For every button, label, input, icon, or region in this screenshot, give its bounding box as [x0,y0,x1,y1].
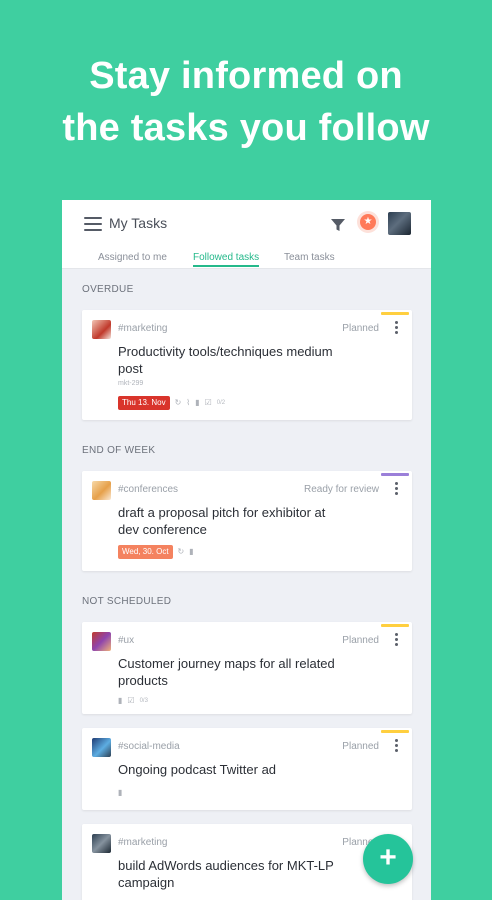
headline-line-2: the tasks you follow [62,107,430,149]
favorites-button[interactable]: ★ [357,211,379,233]
task-tag[interactable]: #conferences [118,484,178,495]
priority-accent [381,730,409,733]
assignee-avatar [92,481,111,500]
due-date-badge[interactable]: Thu 13. Nov [118,396,170,410]
priority-accent [381,624,409,627]
hamburger-menu-icon[interactable] [84,217,102,231]
tab-assigned-to-me[interactable]: Assigned to me [98,252,167,263]
priority-accent [381,473,409,476]
section-header-end-of-week: END OF WEEK [82,445,156,456]
more-options-icon[interactable] [395,321,398,334]
headline-line-1: Stay informed on [89,55,403,97]
task-status[interactable]: Ready for review [304,484,379,495]
checklist-icon: ☑ [204,398,212,407]
task-tag[interactable]: #marketing [118,323,167,334]
task-title: draft a proposal pitch for exhibitor at … [118,505,326,537]
task-tag[interactable]: #ux [118,635,134,646]
task-title: Productivity tools/techniques medium pos… [118,344,333,376]
user-avatar[interactable] [388,212,411,235]
checklist-count: 0/3 [139,698,148,704]
more-options-icon[interactable] [395,739,398,752]
task-card[interactable]: #conferences Ready for review draft a pr… [82,471,412,571]
task-meta: ▮ [118,788,122,798]
add-task-button[interactable]: + [363,834,413,884]
task-meta: ▮ ☑ 0/3 [118,696,148,706]
task-tag[interactable]: #marketing [118,837,167,848]
due-date-badge[interactable]: Wed, 30. Oct [118,545,173,559]
task-status[interactable]: Planned [342,323,379,334]
task-status[interactable]: Planned [342,741,379,752]
star-icon: ★ [360,214,376,230]
more-options-icon[interactable] [395,633,398,646]
bookmark-icon: ▮ [195,398,200,407]
assignee-avatar [92,632,111,651]
checklist-count: 0/2 [216,400,226,406]
task-meta: Wed, 30. Oct ↻ ▮ [118,545,194,559]
tab-bar: Assigned to me Followed tasks Team tasks [62,250,431,268]
assignee-avatar [92,320,111,339]
task-meta: Thu 13. Nov ↻ ⌇ ▮ ☑ 0/2 [118,396,225,410]
tab-team-tasks[interactable]: Team tasks [284,252,335,263]
tab-followed-tasks[interactable]: Followed tasks [193,252,260,267]
bookmark-icon: ▮ [118,788,123,797]
priority-accent [381,312,409,315]
assignee-avatar [92,738,111,757]
task-title: Ongoing podcast Twitter ad [118,762,277,777]
assignee-avatar [92,834,111,853]
task-status[interactable]: Planned [342,635,379,646]
promo-headline: Stay informed on the tasks you follow [0,50,492,154]
section-header-not-scheduled: NOT SCHEDULED [82,596,172,607]
recurring-icon: ↻ [177,547,185,556]
task-card[interactable]: #ux Planned Customer journey maps for al… [82,622,412,714]
filter-icon[interactable] [330,217,346,233]
task-card[interactable]: #social-media Planned Ongoing podcast Tw… [82,728,412,810]
more-options-icon[interactable] [395,482,398,495]
task-title: Customer journey maps for all related pr… [118,656,335,688]
task-id: mkt-299 [118,380,144,387]
task-card[interactable]: #marketing Planned Productivity tools/te… [82,310,412,420]
bookmark-icon: ▮ [189,547,194,556]
section-header-overdue: OVERDUE [82,284,134,295]
task-title: build AdWords audiences for MKT-LP campa… [118,858,334,890]
bookmark-icon: ▮ [118,696,123,705]
recurring-icon: ↻ [174,398,182,407]
attachment-icon: ⌇ [186,398,191,407]
task-tag[interactable]: #social-media [118,741,180,752]
plus-icon: + [379,841,397,874]
checklist-icon: ☑ [127,696,135,705]
page-title: My Tasks [109,215,168,231]
app-screen: My Tasks ★ Assigned to me Followed tasks… [62,200,431,900]
app-bar: My Tasks ★ Assigned to me Followed tasks… [62,200,431,269]
